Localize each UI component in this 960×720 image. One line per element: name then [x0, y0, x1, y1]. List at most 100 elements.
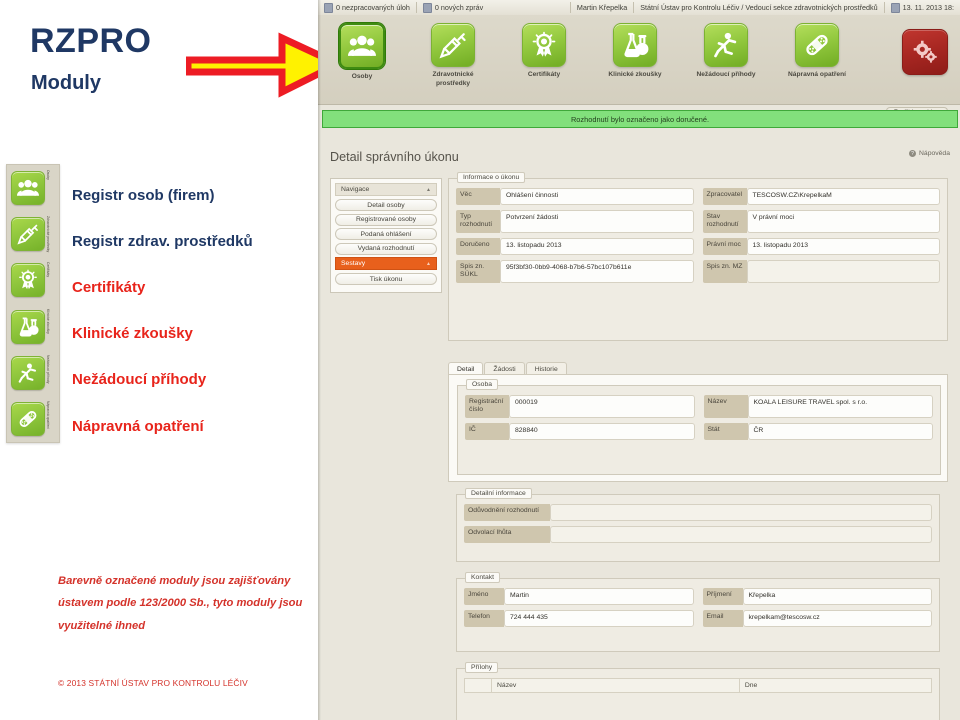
navigation-section-sestavy[interactable]: Sestavy ▲ [335, 257, 437, 270]
field-value[interactable]: Potvrzení žádosti [500, 210, 694, 233]
page-title: RZPRO [30, 22, 152, 60]
module-label: Nápravná opatření [72, 417, 204, 435]
nav-button[interactable]: Tisk úkonu [335, 273, 437, 285]
field-value[interactable]: 828840 [509, 422, 695, 440]
field-value[interactable]: V právní moci [746, 210, 940, 233]
rail-tile-people[interactable]: Osoby [7, 165, 59, 211]
help-label: Nápověda [919, 150, 950, 157]
nav-button[interactable]: Detail osoby [335, 199, 437, 211]
rosette-icon [11, 263, 45, 298]
field-value[interactable]: krepelkam@tescosw.cz [742, 610, 932, 627]
rail-tile-falling-person[interactable]: Nežádoucí příhody [7, 350, 59, 396]
user-name[interactable]: Martin Křepelka [571, 0, 633, 15]
rail-tile-flask[interactable]: Klinické zkoušky [7, 304, 59, 350]
form-field: Odůvodnění rozhodnutí [464, 504, 932, 521]
launchbar-item-label: Nežádoucí příhody [696, 71, 756, 78]
help-link[interactable]: ? Nápověda [909, 150, 950, 157]
field-value[interactable]: 000019 [509, 395, 695, 418]
admin-settings-button[interactable] [902, 29, 948, 75]
chevron-up-icon: ▲ [426, 186, 431, 193]
launchbar-item-falling-person[interactable]: Nežádoucí příhody [690, 23, 762, 89]
panel-edge-shadow [318, 0, 321, 720]
datetime-label: 13. 11. 2013 18: [902, 3, 954, 12]
field-value[interactable]: Křepelka [742, 588, 932, 605]
navigation-items: Detail osoby Registrované osoby Podaná ohl… [335, 199, 437, 255]
module-label: Klinické zkoušky [72, 325, 193, 343]
launchbar-item-label: Certifikáty [527, 71, 561, 78]
table-column-header: Název [491, 678, 740, 693]
rail-tile-rosette[interactable]: Certifikáty [7, 257, 59, 303]
page-subtitle: Moduly [31, 72, 101, 94]
rail-tile-label: Osoby [46, 170, 50, 180]
field-value[interactable] [550, 504, 932, 521]
field-value[interactable]: KOALA LEISURE TRAVEL spol. s r.o. [747, 395, 933, 418]
launchbar-item-bandage[interactable]: Nápravná opatření [781, 23, 853, 89]
field-value[interactable]: 724 444 435 [504, 610, 694, 627]
tasks-label: 0 nezpracovaných úloh [336, 3, 410, 12]
field-label: Stát [703, 422, 748, 440]
module-list-item[interactable]: Nápravná opatření [72, 403, 312, 449]
module-list-item[interactable]: Registr zdrav. prostředků [72, 218, 312, 264]
field-value[interactable]: ČR [747, 422, 933, 440]
rail-tile-syringe[interactable]: Zdravotnické prostředky [7, 211, 59, 257]
module-label: Nežádoucí příhody [72, 371, 207, 389]
user-role: Státní Ústav pro Kontrolu Léčiv / Vedouc… [640, 3, 878, 12]
launchbar: Osoby Zdravotnické prostředky Certifikáty K… [318, 15, 960, 118]
field-label: Spis zn. SÚKL [456, 259, 500, 283]
form-field: Spis zn. MZ [702, 259, 940, 283]
application-screenshot: 0 nezpracovaných úloh 0 nových zpráv Mar… [318, 0, 960, 720]
tasks-icon [324, 2, 333, 13]
launchbar-item-people[interactable]: Osoby [326, 23, 398, 89]
module-list-item[interactable]: Klinické zkoušky [72, 311, 312, 357]
launchbar-item-flask[interactable]: Klinické zkoušky [599, 23, 671, 89]
rail-tile-bandage[interactable]: Nápravná opatření [7, 396, 59, 442]
copyright-text: © 2013 STÁTNÍ ÚSTAV PRO KONTROLU LÉČIV [58, 678, 248, 688]
module-list-item[interactable]: Registr osob (firem) [72, 172, 312, 218]
datetime-indicator: 13. 11. 2013 18: [885, 0, 960, 15]
attachments-table: Název Dne [464, 678, 933, 693]
launchbar-item-rosette[interactable]: Certifikáty [508, 23, 580, 89]
envelope-icon [422, 2, 432, 13]
syringe-icon [431, 23, 475, 67]
form-field: Zpracovatel TESCOSW.CZ\KrepelkaM [702, 188, 940, 205]
rosette-icon [522, 23, 566, 67]
field-value[interactable] [746, 259, 940, 283]
bandage-icon [795, 23, 839, 67]
navigation-header[interactable]: Navigace ▲ [335, 183, 437, 196]
navigation-panel: Navigace ▲ Detail osoby Registrované osob… [330, 178, 442, 293]
rail-tile-label: Klinické zkoušky [46, 308, 50, 334]
form-field: Příjmení Křepelka [702, 588, 932, 605]
field-value[interactable]: 13. listopadu 2013 [500, 237, 694, 255]
kontakt-section: Kontakt Jméno Martin Příjmení Křepelka Telef… [456, 572, 940, 652]
module-list-item[interactable]: Nežádoucí příhody [72, 357, 312, 403]
slide-note: Barevně označené moduly jsou zajišťovány… [58, 575, 303, 632]
field-value[interactable]: Ohlášení činnosti [500, 188, 694, 205]
field-label: Registrační číslo [465, 395, 509, 418]
field-value[interactable]: TESCOSW.CZ\KrepelkaM [746, 188, 940, 205]
module-label: Registr osob (firem) [72, 186, 215, 204]
module-list-item[interactable]: Certifikáty [72, 264, 312, 310]
field-label: Typ rozhodnutí [456, 210, 500, 233]
people-icon [11, 171, 45, 206]
form-field: Jméno Martin [464, 588, 694, 605]
module-list: Registr osob (firem) Registr zdrav. prost… [72, 172, 312, 449]
info-fields: Věc Ohlášení činnosti Zpracovatel TESCOSW.C… [449, 179, 947, 289]
nav-button[interactable]: Podaná ohlášení [335, 228, 437, 240]
nav-button[interactable]: Registrované osoby [335, 213, 437, 226]
field-label: Doručeno [456, 237, 500, 255]
form-field: Doručeno 13. listopadu 2013 [456, 237, 694, 255]
launchbar-item-label: Osoby [351, 73, 373, 80]
nav-button[interactable]: Vydaná rozhodnutí [335, 242, 437, 255]
navigation-header-label: Navigace [341, 186, 370, 193]
form-field: Typ rozhodnutí Potvrzení žádosti [456, 210, 694, 233]
tasks-indicator[interactable]: 0 nezpracovaných úloh [318, 0, 416, 15]
field-label: Odůvodnění rozhodnutí [464, 504, 550, 521]
osoba-panel: Osoba Registrační číslo 000019 Název KOALA … [448, 374, 948, 482]
field-value[interactable]: Martin [504, 588, 694, 605]
status-message-banner: Rozhodnutí bylo označeno jako doručené. [322, 110, 958, 128]
field-value[interactable]: 95f3bf30-0bb9-4068-b7b6-57bc107b611e [500, 259, 694, 283]
field-value[interactable] [550, 526, 932, 543]
launchbar-item-syringe[interactable]: Zdravotnické prostředky [417, 23, 489, 89]
messages-indicator[interactable]: 0 nových zpráv [417, 0, 489, 15]
field-value[interactable]: 13. listopadu 2013 [746, 237, 940, 255]
